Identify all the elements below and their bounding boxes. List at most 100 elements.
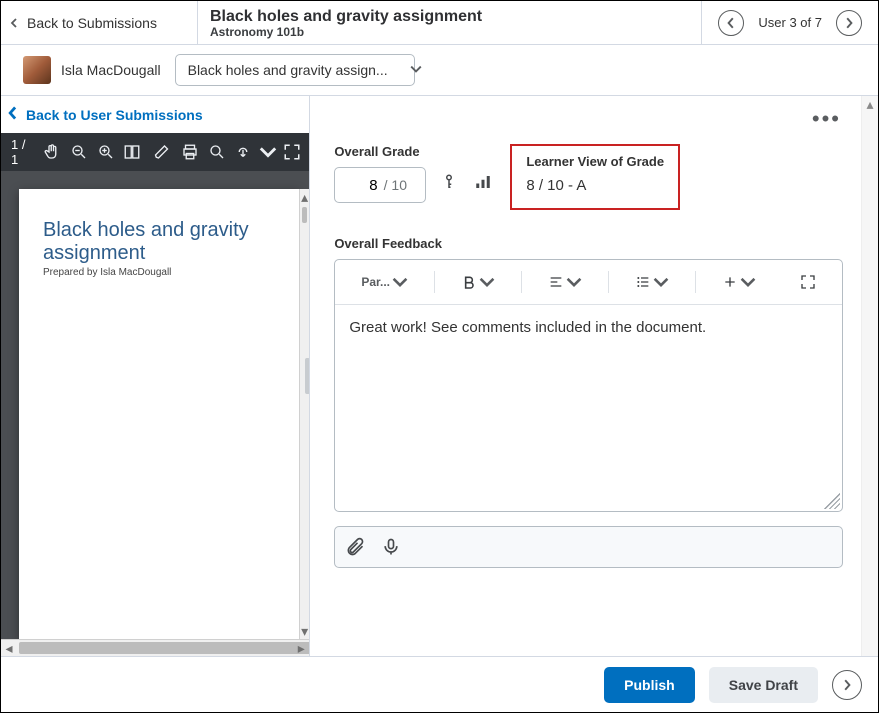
annotate-pen-icon[interactable] [152, 136, 175, 168]
toolbar-separator [521, 271, 522, 293]
pdf-vertical-scrollbar[interactable]: ▴ ▾ [299, 189, 309, 639]
title-area: Black holes and gravity assignment Astro… [198, 1, 701, 44]
print-icon[interactable] [178, 136, 201, 168]
bold-button[interactable] [441, 264, 515, 300]
chevron-left-icon [6, 106, 20, 123]
chevron-down-icon [740, 274, 756, 290]
scroll-down-arrow-icon[interactable]: ▾ [300, 623, 309, 639]
overall-feedback-label: Overall Feedback [334, 236, 843, 251]
chevron-down-icon [653, 274, 669, 290]
record-audio-button[interactable] [381, 537, 401, 557]
overall-grade-input-wrapper: / 10 [334, 167, 426, 203]
pdf-page: Black holes and gravity assignment Prepa… [19, 189, 299, 639]
pdf-toolbar: 1 / 1 [1, 133, 309, 171]
chevron-down-icon [392, 274, 408, 290]
student-name-label: Isla MacDougall [61, 62, 165, 78]
learner-view-of-grade-block: Learner View of Grade 8 / 10 - A [510, 144, 680, 210]
more-actions-button[interactable]: ••• [810, 108, 843, 144]
zoom-in-icon[interactable] [94, 136, 117, 168]
back-to-submissions-button[interactable]: Back to Submissions [1, 1, 198, 44]
download-icon[interactable] [232, 136, 255, 168]
chevron-down-icon [479, 274, 495, 290]
scroll-up-arrow-icon[interactable]: ▴ [862, 96, 878, 112]
toolbar-separator [695, 271, 696, 293]
grade-stats-icon[interactable] [474, 173, 492, 191]
assignment-title: Black holes and gravity assignment [210, 8, 689, 26]
search-icon[interactable] [205, 136, 228, 168]
scroll-left-arrow-icon[interactable]: ◂ [1, 640, 17, 656]
chevron-right-icon [841, 679, 853, 691]
student-avatar [23, 56, 51, 84]
editor-resize-handle[interactable] [824, 493, 840, 509]
course-name: Astronomy 101b [210, 25, 689, 39]
zoom-out-icon[interactable] [68, 136, 91, 168]
pdf-viewport[interactable]: Black holes and gravity assignment Prepa… [1, 171, 309, 639]
chevron-left-icon [725, 17, 737, 29]
insert-button[interactable] [702, 264, 776, 300]
submission-select-label: Black holes and gravity assign... [188, 62, 388, 78]
scrollbar-thumb[interactable] [19, 642, 310, 654]
overall-grade-label: Overall Grade [334, 144, 492, 159]
grade-denominator: / 10 [384, 177, 413, 193]
bullet-list-icon [635, 274, 651, 290]
list-button[interactable] [615, 264, 689, 300]
chevron-left-icon [9, 18, 19, 28]
overall-grade-block: Overall Grade / 10 [334, 144, 492, 203]
scroll-up-arrow-icon[interactable]: ▴ [300, 189, 309, 205]
toolbar-separator [608, 271, 609, 293]
chevron-down-icon [566, 274, 582, 290]
submission-select[interactable]: Black holes and gravity assign... [175, 54, 415, 86]
student-subheader: Isla MacDougall Black holes and gravity … [1, 45, 878, 95]
footer-actions: Publish Save Draft [1, 656, 878, 712]
paragraph-style-select[interactable]: Par... [341, 264, 428, 300]
plus-icon [722, 274, 738, 290]
editor-fullscreen-button[interactable] [780, 264, 836, 300]
grade-key-icon[interactable] [440, 173, 458, 191]
grade-icons [440, 173, 492, 197]
page-layout-icon[interactable] [121, 136, 144, 168]
footer-next-button[interactable] [832, 670, 862, 700]
learner-view-value: 8 / 10 - A [526, 177, 664, 194]
feedback-textarea[interactable]: Great work! See comments included in the… [335, 305, 842, 493]
top-header: Back to Submissions Black holes and grav… [1, 1, 878, 45]
save-draft-button[interactable]: Save Draft [709, 667, 818, 703]
learner-view-label: Learner View of Grade [526, 154, 664, 169]
grade-row: Overall Grade / 10 [334, 144, 843, 210]
user-navigation: User 3 of 7 [701, 1, 878, 44]
document-viewer-pane: Back to User Submissions 1 / 1 [1, 96, 310, 656]
page-indicator: 1 / 1 [7, 137, 37, 167]
back-to-submissions-label: Back to Submissions [27, 15, 157, 31]
bold-icon [461, 274, 477, 290]
editor-toolbar: Par... [335, 260, 842, 305]
scroll-right-arrow-icon[interactable]: ▸ [293, 640, 309, 656]
toolbar-separator [434, 271, 435, 293]
scrollbar-thumb[interactable] [302, 207, 307, 223]
back-to-user-submissions-link[interactable]: Back to User Submissions [1, 96, 309, 133]
next-user-button[interactable] [836, 10, 862, 36]
previous-user-button[interactable] [718, 10, 744, 36]
download-menu-chevron-icon[interactable] [259, 136, 277, 168]
document-title: Black holes and gravity assignment [43, 219, 275, 265]
back-to-user-submissions-label: Back to User Submissions [26, 107, 203, 123]
microphone-icon [381, 537, 401, 557]
chevron-right-icon [843, 17, 855, 29]
attachment-bar [334, 526, 843, 568]
pdf-horizontal-scrollbar[interactable]: ◂ ▸ [1, 639, 309, 656]
grade-value-input[interactable] [348, 176, 380, 195]
paragraph-style-label: Par... [361, 275, 390, 289]
align-left-icon [548, 274, 564, 290]
feedback-editor: Par... [334, 259, 843, 512]
right-pane-scrollbar[interactable]: ▴ [861, 96, 878, 656]
chevron-down-icon [410, 62, 422, 78]
publish-button[interactable]: Publish [604, 667, 695, 703]
fullscreen-icon[interactable] [281, 136, 304, 168]
fullscreen-icon [800, 274, 816, 290]
attach-file-button[interactable] [345, 537, 365, 557]
pan-tool-icon[interactable] [41, 136, 64, 168]
paperclip-icon [345, 537, 365, 557]
align-button[interactable] [528, 264, 602, 300]
grading-pane: ••• Overall Grade / 10 [310, 96, 878, 656]
user-count-label: User 3 of 7 [758, 15, 822, 30]
main-area: Back to User Submissions 1 / 1 [1, 95, 878, 656]
document-subtitle: Prepared by Isla MacDougall [43, 267, 275, 278]
